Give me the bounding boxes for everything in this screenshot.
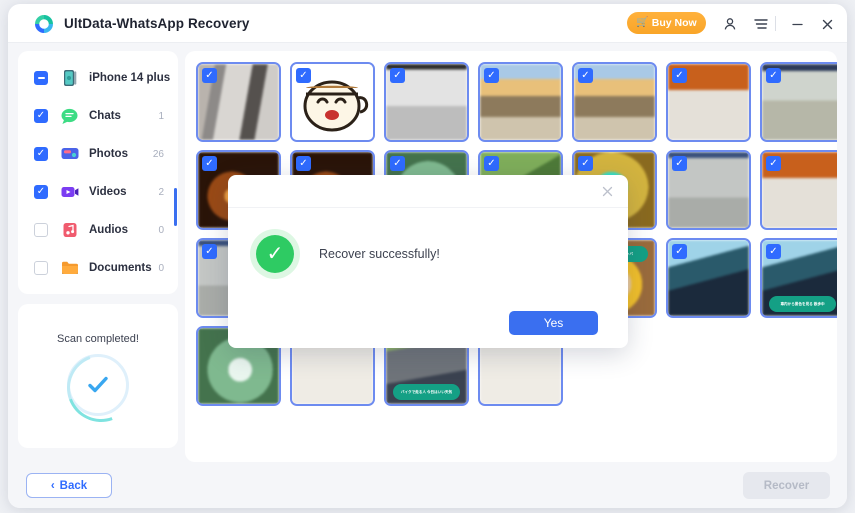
photo-thumbnail[interactable]: ✓ [760, 150, 837, 230]
checkbox-documents[interactable] [34, 261, 48, 275]
sidebar-item-videos[interactable]: ✓ Videos 2 [18, 173, 178, 211]
photo-thumbnail[interactable]: ✓ [572, 62, 657, 142]
recover-success-dialog: ✓ Recover successfully! Yes [228, 175, 628, 348]
photo-select-checkbox[interactable]: ✓ [390, 68, 405, 83]
dialog-message: Recover successfully! [319, 247, 440, 261]
photo-select-checkbox[interactable]: ✓ [296, 68, 311, 83]
sidebar-count: 0 [158, 262, 164, 274]
sidebar-item-photos[interactable]: ✓ Photos 26 [18, 135, 178, 173]
photo-select-checkbox[interactable]: ✓ [296, 156, 311, 171]
scan-progress-ring [67, 354, 129, 416]
app-logo-icon [33, 13, 55, 35]
photo-select-checkbox[interactable]: ✓ [390, 156, 405, 171]
checkbox-chats[interactable]: ✓ [34, 109, 48, 123]
photo-thumbnail[interactable]: 車内から景色を見る 散歩中 ✓ [760, 238, 837, 318]
sidebar-count: 26 [152, 148, 164, 160]
photo-select-checkbox[interactable]: ✓ [202, 156, 217, 171]
sidebar-count: 1 [158, 110, 164, 122]
folder-icon [60, 258, 80, 278]
photo-select-checkbox[interactable]: ✓ [672, 68, 687, 83]
file-type-panel: iPhone 14 plus ✓ Chats 1 ✓ Photos 26 ✓ V… [18, 51, 178, 294]
cart-icon: 🛒 [636, 17, 649, 28]
photo-thumbnail[interactable]: ✓ [478, 62, 563, 142]
success-check-icon: ✓ [250, 229, 300, 279]
photo-caption-badge: 車内から景色を見る 散歩中 [769, 296, 836, 312]
photo-thumbnail[interactable]: ✓ [196, 62, 281, 142]
scan-status-label: Scan completed! [57, 333, 139, 345]
hamburger-menu-icon[interactable] [750, 13, 772, 35]
sidebar-label: Audios [89, 224, 128, 236]
photo-thumbnail[interactable]: ✓ [290, 62, 375, 142]
footer-bar: ‹ Back Recover [8, 462, 847, 508]
check-circle-icon [88, 376, 108, 393]
photo-select-checkbox[interactable]: ✓ [766, 156, 781, 171]
sidebar-item-documents[interactable]: Documents 0 [18, 249, 178, 287]
photo-thumbnail[interactable]: ✓ [384, 62, 469, 142]
checkbox-photos[interactable]: ✓ [34, 147, 48, 161]
account-icon[interactable] [719, 13, 741, 35]
close-icon[interactable] [816, 13, 838, 35]
photo-select-checkbox[interactable]: ✓ [578, 68, 593, 83]
photo-select-checkbox[interactable]: ✓ [766, 244, 781, 259]
back-label: Back [59, 479, 88, 492]
sidebar-label: Photos [89, 148, 128, 160]
photo-select-checkbox[interactable]: ✓ [672, 156, 687, 171]
photo-select-checkbox[interactable]: ✓ [202, 68, 217, 83]
photo-select-checkbox[interactable]: ✓ [484, 156, 499, 171]
photo-select-checkbox[interactable]: ✓ [766, 68, 781, 83]
sidebar-label: Chats [89, 110, 121, 122]
phone-icon [60, 68, 80, 88]
scan-status-panel: Scan completed! [18, 304, 178, 448]
title-bar: UltData-WhatsApp Recovery 🛒 Buy Now [8, 4, 847, 43]
photo-thumbnail[interactable]: ✓ [666, 62, 751, 142]
photo-select-checkbox[interactable]: ✓ [578, 156, 593, 171]
minimize-icon[interactable] [786, 13, 808, 35]
sidebar-label: Documents [89, 262, 152, 274]
titlebar-divider [775, 16, 776, 31]
dialog-close-icon[interactable] [597, 181, 617, 201]
sidebar-item-audios[interactable]: Audios 0 [18, 211, 178, 249]
sidebar-item-chats[interactable]: ✓ Chats 1 [18, 97, 178, 135]
buy-now-label: Buy Now [651, 17, 697, 29]
checkbox-iphone-14-plus[interactable] [34, 71, 48, 85]
sidebar-label: iPhone 14 plus [89, 72, 171, 84]
audio-note-icon [60, 220, 80, 240]
recover-button[interactable]: Recover [743, 472, 830, 499]
photo-select-checkbox[interactable]: ✓ [672, 244, 687, 259]
photo-thumbnail[interactable]: ✓ [666, 238, 751, 318]
back-button[interactable]: ‹ Back [26, 473, 112, 498]
app-window: UltData-WhatsApp Recovery 🛒 Buy Now iPho… [8, 4, 847, 508]
sidebar-label: Videos [89, 186, 127, 198]
photo-icon [60, 144, 80, 164]
photo-thumbnail[interactable]: ✓ [666, 150, 751, 230]
buy-now-button[interactable]: 🛒 Buy Now [627, 12, 706, 34]
sidebar-item-iphone-14-plus[interactable]: iPhone 14 plus [18, 59, 178, 97]
photo-select-checkbox[interactable]: ✓ [484, 68, 499, 83]
checkbox-videos[interactable]: ✓ [34, 185, 48, 199]
photo-caption-badge: バイクで走る人 今日はいい天気 [393, 384, 460, 400]
photo-thumbnail[interactable]: ✓ [760, 62, 837, 142]
video-icon [60, 182, 80, 202]
sidebar-count: 2 [158, 186, 164, 198]
dialog-header [228, 175, 628, 208]
photo-select-checkbox[interactable]: ✓ [202, 244, 217, 259]
checkbox-audios[interactable] [34, 223, 48, 237]
sidebar-count: 0 [158, 224, 164, 236]
app-title: UltData-WhatsApp Recovery [64, 16, 250, 31]
chat-bubble-icon [60, 106, 80, 126]
chevron-left-icon: ‹ [50, 479, 55, 492]
dialog-confirm-button[interactable]: Yes [509, 311, 598, 335]
